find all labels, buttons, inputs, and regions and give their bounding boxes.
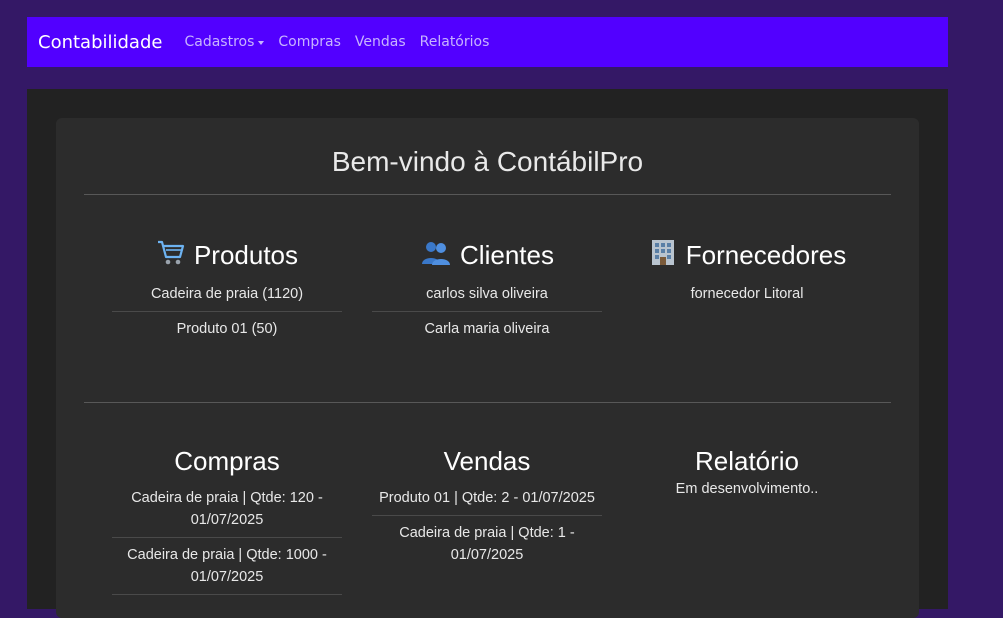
- clientes-section: Clientes carlos silva oliveira Carla mar…: [372, 238, 602, 346]
- fornecedores-list: fornecedor Litoral: [632, 277, 862, 311]
- nav-cadastros-dropdown[interactable]: Cadastros: [184, 34, 265, 50]
- divider: [84, 194, 891, 195]
- divider: [84, 402, 891, 403]
- list-item: Cadeira de praia | Qtde: 120 - 01/07/202…: [112, 481, 342, 538]
- produtos-list: Cadeira de praia (1120) Produto 01 (50): [112, 277, 342, 346]
- page-title: Bem-vindo à ContábilPro: [331, 146, 644, 177]
- fornecedores-section: Fornecedores fornecedor Litoral: [632, 238, 862, 311]
- list-item: Produto 01 (50): [176, 321, 278, 337]
- produtos-heading-text: Produtos: [193, 240, 299, 270]
- top-navbar: Contabilidade Cadastros Compras Vendas R…: [27, 17, 948, 67]
- vendas-list: Produto 01 | Qtde: 2 - 01/07/2025 Cadeir…: [372, 481, 602, 572]
- people-icon: [420, 238, 452, 273]
- fornecedores-heading-text: Fornecedores: [685, 240, 847, 270]
- compras-section: Compras Cadeira de praia | Qtde: 120 - 0…: [112, 446, 342, 595]
- relatorio-heading: Relatório: [694, 446, 800, 476]
- list-item: Cadeira de praia | Qtde: 1000 - 01/07/20…: [112, 538, 342, 595]
- vendas-section: Vendas Produto 01 | Qtde: 2 - 01/07/2025…: [372, 446, 602, 572]
- list-item: fornecedor Litoral: [690, 286, 804, 302]
- office-building-icon: [648, 238, 678, 273]
- nav-links: Cadastros Compras Vendas Relatórios: [184, 34, 503, 50]
- produtos-section: Produtos Cadeira de praia (1120) Produto…: [112, 238, 342, 346]
- clientes-heading-text: Clientes: [460, 240, 554, 270]
- vendas-heading: Vendas: [443, 446, 531, 476]
- nav-compras[interactable]: Compras: [278, 34, 341, 50]
- shopping-cart-icon: [156, 238, 186, 273]
- clientes-list: carlos silva oliveira Carla maria olivei…: [372, 277, 602, 346]
- dashboard-card: Bem-vindo à ContábilPro Produtos Cadeira…: [56, 118, 919, 618]
- relatorio-section: Relatório Em desenvolvimento..: [632, 446, 862, 497]
- nav-cadastros-label: Cadastros: [184, 34, 255, 50]
- brand-link[interactable]: Contabilidade: [38, 32, 162, 53]
- main-container: Bem-vindo à ContábilPro Produtos Cadeira…: [27, 89, 948, 618]
- list-item: Cadeira de praia | Qtde: 1 - 01/07/2025: [399, 525, 575, 563]
- nav-relatorios[interactable]: Relatórios: [420, 34, 490, 50]
- caret-down-icon: [258, 41, 265, 45]
- compras-list: Cadeira de praia | Qtde: 120 - 01/07/202…: [112, 481, 342, 595]
- produtos-heading: Produtos: [112, 238, 342, 273]
- clientes-heading: Clientes: [372, 238, 602, 273]
- list-item: Cadeira de praia (1120): [112, 277, 342, 312]
- fornecedores-heading: Fornecedores: [632, 238, 862, 273]
- list-item: Produto 01 | Qtde: 2 - 01/07/2025: [372, 481, 602, 516]
- relatorio-note: Em desenvolvimento..: [675, 481, 819, 497]
- compras-heading: Compras: [174, 446, 280, 476]
- list-item: carlos silva oliveira: [372, 277, 602, 312]
- list-item: Carla maria oliveira: [424, 321, 550, 337]
- nav-vendas[interactable]: Vendas: [355, 34, 406, 50]
